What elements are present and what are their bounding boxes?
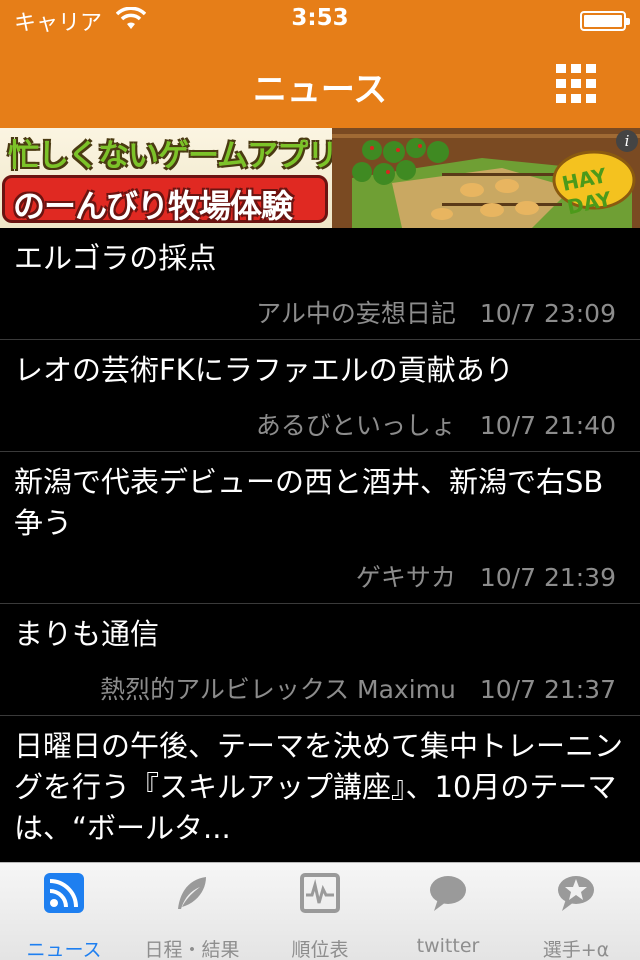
news-date: 10/7 21:39: [479, 563, 616, 592]
news-source: アル中の妄想日記: [256, 299, 456, 328]
news-meta: あるびといっしょ 10/7 21:40: [256, 406, 616, 442]
news-item[interactable]: まりも通信 熱烈的アルビレックス Maximu 10/7 21:37: [0, 604, 640, 716]
grid-icon[interactable]: [556, 64, 598, 104]
speech-bubble-icon: [430, 876, 466, 911]
tab-label: twitter: [416, 935, 480, 957]
tab-label: 日程・結果: [144, 939, 240, 960]
news-title: 日曜日の午後、テーマを決めて集中トレーニングを行う『スキルアップ講座』、10月の…: [14, 729, 624, 845]
chart-icon: [300, 873, 340, 913]
news-date: 10/7 21:37: [479, 675, 616, 704]
news-item[interactable]: 新潟で代表デビューの西と酒井、新潟で右SB争う ゲキサカ 10/7 21:39: [0, 452, 640, 604]
tab-label: 選手+α: [542, 939, 610, 960]
news-title: まりも通信: [14, 617, 160, 651]
news-source: ゲキサカ: [355, 563, 456, 592]
ad-banner[interactable]: 忙しくないゲームアプリ のーんびり牧場体験 HAY DAY: [0, 128, 640, 228]
page-title: ニュース: [252, 70, 388, 110]
status-bar: キャリア 3:53: [0, 0, 640, 40]
news-source: 熱烈的アルビレックス Maximu: [100, 675, 456, 704]
tab-standings[interactable]: 順位表: [256, 863, 384, 960]
news-list: エルゴラの採点 アル中の妄想日記 10/7 23:09 レオの芸術FKにラファエル…: [0, 228, 640, 862]
clock: 3:53: [291, 5, 349, 31]
news-title: 新潟で代表デビューの西と酒井、新潟で右SB争う: [14, 465, 604, 540]
news-meta: アル中の妄想日記 10/7 23:09: [256, 294, 616, 330]
tab-twitter[interactable]: twitter: [384, 863, 512, 960]
news-meta: ゲキサカ 10/7 21:39: [356, 558, 616, 594]
news-source: あるびといっしょ: [255, 411, 456, 440]
info-icon[interactable]: i: [616, 130, 638, 152]
news-item[interactable]: エルゴラの採点 アル中の妄想日記 10/7 23:09: [0, 228, 640, 340]
ad-headline: 忙しくないゲームアプリ: [8, 138, 338, 174]
tab-label: 順位表: [291, 939, 349, 960]
news-date: 10/7 23:09: [479, 299, 616, 328]
news-meta: 熱烈的アルビレックス Maximu 10/7 21:37: [100, 670, 616, 706]
news-title: エルゴラの採点: [14, 241, 217, 275]
star-bubble-icon: [558, 876, 594, 911]
ad-subheadline-box: のーんびり牧場体験: [2, 175, 328, 225]
news-date: 10/7 21:40: [479, 411, 616, 440]
tab-schedule[interactable]: 日程・結果: [128, 863, 256, 960]
tab-news[interactable]: ニュース: [0, 863, 128, 960]
feather-icon: [178, 877, 206, 909]
ad-banner-text: 忙しくないゲームアプリ のーんびり牧場体験: [0, 128, 338, 228]
news-item[interactable]: レオの芸術FKにラファエルの貢献あり あるびといっしょ 10/7 21:40: [0, 340, 640, 452]
navigation-header: キャリア 3:53 ニュース: [0, 0, 640, 128]
news-title: レオの芸術FKにラファエルの貢献あり: [14, 353, 514, 387]
ad-subheadline: のーんびり牧場体験: [13, 187, 293, 225]
news-item[interactable]: 日曜日の午後、テーマを決めて集中トレーニングを行う『スキルアップ講座』、10月の…: [0, 716, 640, 862]
tab-label: ニュース: [26, 939, 102, 960]
tab-players[interactable]: 選手+α: [512, 863, 640, 960]
battery-icon: [580, 11, 630, 31]
rss-icon: [44, 873, 84, 913]
ad-game-art: HAY DAY: [332, 128, 640, 228]
tab-bar: ニュース 日程・結果 順位表 twitter 選手+α: [0, 862, 640, 960]
